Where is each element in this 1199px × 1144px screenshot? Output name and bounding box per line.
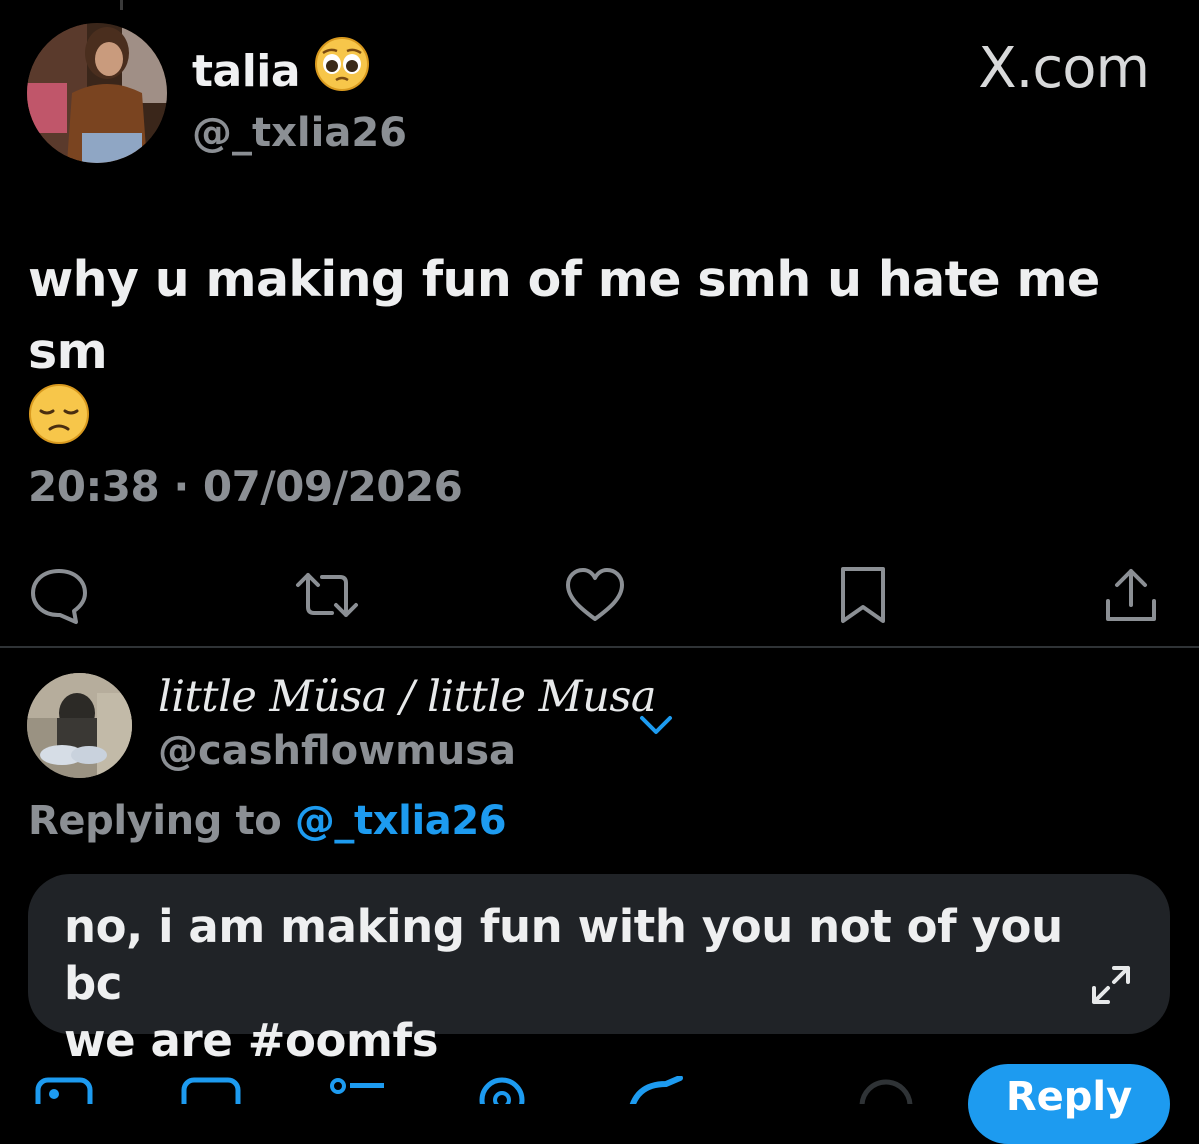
tweet-body-text: why u making fun of me smh u hate me sm [28, 251, 1100, 380]
location-icon[interactable] [472, 1076, 532, 1104]
media-icon[interactable] [34, 1076, 94, 1104]
repost-action-button[interactable] [292, 560, 362, 630]
pleading-face-emoji-icon [314, 36, 370, 107]
x-com-watermark: X.com [978, 36, 1150, 101]
tweet-action-bar [0, 560, 1199, 630]
replying-to-mention[interactable]: @_txlia26 [295, 798, 507, 844]
share-icon [1106, 569, 1156, 621]
thread-connector [120, 0, 123, 10]
repost-icon [296, 573, 358, 617]
author-handle[interactable]: @_txlia26 [192, 107, 407, 159]
reply-draft-line-1: no, i am making fun with you not of you … [64, 900, 1063, 1010]
character-count-ring-icon [859, 1079, 913, 1104]
reply-draft-text[interactable]: no, i am making fun with you not of you … [64, 898, 1064, 1069]
author-name-text: talia [192, 45, 301, 97]
reply-action-button[interactable] [24, 560, 94, 630]
chevron-down-icon[interactable] [636, 708, 676, 744]
replying-to-prefix: Replying to [28, 798, 282, 844]
reply-author-name[interactable]: little Müsa / little Musa [158, 672, 657, 722]
reply-draft-line-2: we are #oomfs [64, 1014, 439, 1067]
share-action-button[interactable] [1096, 560, 1166, 630]
heart-icon [566, 568, 624, 621]
disappointed-face-emoji-icon [28, 383, 90, 465]
reply-submit-button[interactable]: Reply [968, 1064, 1170, 1144]
tweet-timestamp[interactable]: 20:38 · 07/09/2026 [28, 462, 463, 511]
gif-icon[interactable] [180, 1076, 242, 1104]
expand-icon[interactable] [1088, 962, 1134, 1008]
author-avatar[interactable] [27, 23, 167, 163]
reply-author-avatar[interactable] [27, 673, 132, 778]
replying-to-line: Replying to @_txlia26 [28, 798, 507, 844]
author-display-name[interactable]: talia [192, 36, 407, 107]
like-action-button[interactable] [560, 560, 630, 630]
reply-compose-box[interactable]: no, i am making fun with you not of you … [28, 874, 1170, 1067]
comment-icon [31, 569, 87, 624]
bookmark-icon [841, 567, 885, 623]
reply-author-handle[interactable]: @cashflowmusa [158, 728, 516, 774]
tweet-text: why u making fun of me smh u hate me sm [28, 244, 1168, 465]
bookmark-action-button[interactable] [828, 560, 898, 630]
poll-icon[interactable] [326, 1076, 388, 1104]
grok-icon[interactable] [622, 1076, 686, 1104]
section-divider [0, 646, 1199, 648]
